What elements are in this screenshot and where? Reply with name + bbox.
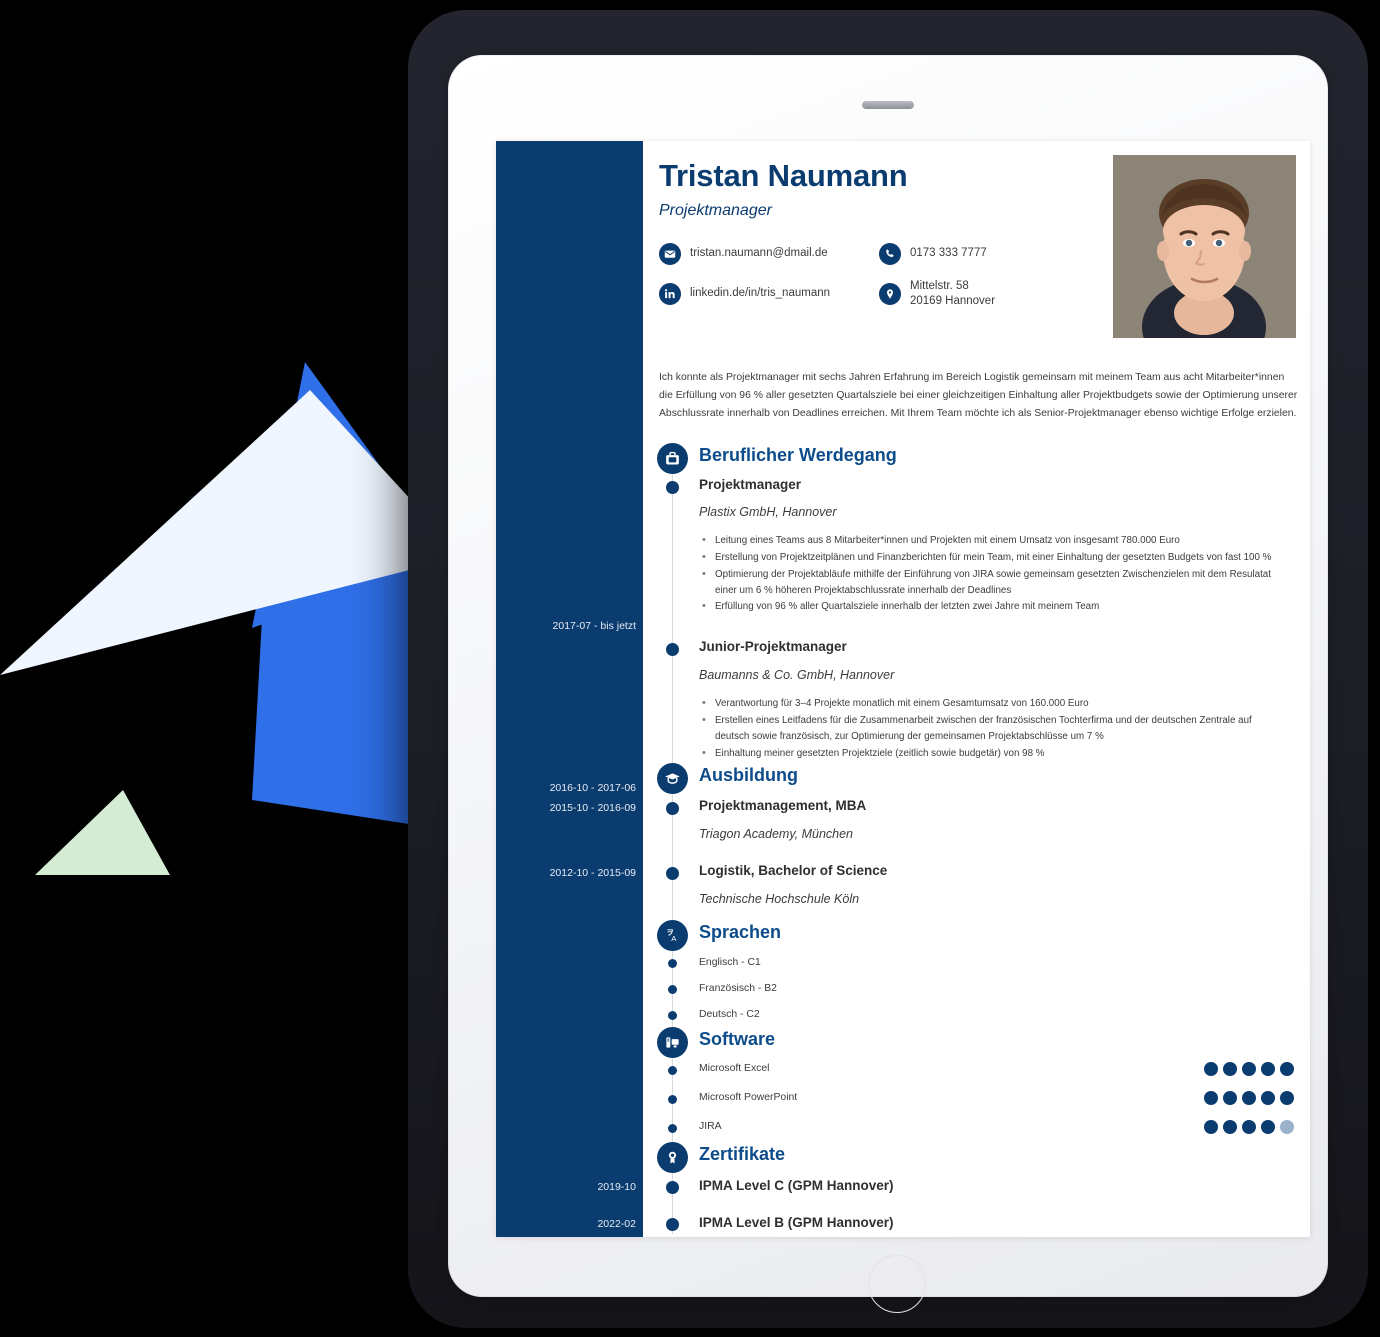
email-icon (659, 243, 681, 266)
summary-paragraph: Ich konnte als Projektmanager mit sechs … (659, 372, 1298, 420)
list-item: Leitung eines Teams aus 8 Mitarbeiter*in… (699, 532, 1279, 550)
list-item: Einhaltung meiner gesetzten Projektziele… (699, 745, 1279, 763)
certificate-date: 2019-10 (597, 1181, 636, 1193)
home-button[interactable] (868, 1255, 926, 1313)
briefcase-icon (657, 443, 688, 474)
software-rating (1204, 1062, 1294, 1076)
section-title-certificates: Zertifikate (699, 1144, 786, 1164)
software-label: Microsoft Excel (699, 1063, 770, 1074)
section-title-languages: Sprachen (699, 922, 782, 942)
timeline-line (672, 459, 673, 1234)
timeline-dot (668, 985, 677, 994)
list-item: Erfüllung von 96 % aller Quartalsziele i… (699, 598, 1279, 616)
certificate-label: IPMA Level B (GPM Hannover) (699, 1215, 894, 1230)
triangle-mint (35, 790, 170, 875)
timeline-sidebar (496, 141, 643, 1237)
section-title-experience: Beruflicher Werdegang (699, 445, 897, 465)
computer-icon (657, 1027, 688, 1058)
contact-email[interactable]: tristan.naumann@dmail.de (659, 234, 879, 274)
experience-role: Junior-Projektmanager (699, 639, 847, 654)
timeline-dot (666, 1181, 679, 1194)
contact-phone[interactable]: 0173 333 7777 (879, 234, 995, 274)
education-school: Triagon Academy, München (699, 827, 854, 841)
education-school: Technische Hochschule Köln (699, 892, 860, 906)
section-title-software: Software (699, 1029, 776, 1049)
timeline-dot (668, 1095, 677, 1104)
experience-org: Baumanns & Co. GmbH, Hannover (699, 668, 895, 682)
software-label: JIRA (699, 1121, 722, 1132)
award-icon (657, 1142, 688, 1173)
graduation-cap-icon (657, 763, 688, 794)
list-item: Erstellung von Projektzeitplänen und Fin… (699, 549, 1279, 567)
location-icon (879, 283, 901, 306)
translate-icon: ヲA (657, 920, 688, 951)
timeline-dot (666, 481, 679, 494)
contact-address[interactable]: Mittelstr. 58 20169 Hannover (879, 274, 995, 314)
education-degree: Projektmanagement, MBA (699, 798, 867, 813)
education-degree: Logistik, Bachelor of Science (699, 863, 888, 878)
contact-linkedin-text: linkedin.de/in/tris_naumann (690, 287, 831, 300)
contact-address-text: Mittelstr. 58 20169 Hannover (910, 279, 996, 308)
timeline-dot (668, 959, 677, 968)
timeline-dot (668, 1066, 677, 1075)
contact-email-text: tristan.naumann@dmail.de (690, 247, 828, 260)
software-rating (1204, 1091, 1294, 1105)
svg-text:A: A (671, 934, 677, 943)
list-item: Verantwortung für 3–4 Projekte monatlich… (699, 695, 1279, 713)
linkedin-icon (659, 283, 681, 306)
experience-date: 2017-07 - bis jetzt (552, 620, 636, 632)
timeline-dot (666, 1218, 679, 1231)
experience-org: Plastix GmbH, Hannover (699, 505, 837, 519)
resume-page: Tristan Naumann Projektmanager tristan.n… (496, 141, 1310, 1237)
certificate-label: IPMA Level C (GPM Hannover) (699, 1178, 894, 1193)
timeline-dot (668, 1124, 677, 1133)
list-item: Erstellen eines Leitfadens für die Zusam… (699, 712, 1279, 745)
experience-role: Projektmanager (699, 477, 802, 492)
education-date: 2012-10 - 2015-09 (549, 867, 636, 879)
software-label: Microsoft PowerPoint (699, 1092, 798, 1103)
certificate-date: 2022-02 (597, 1218, 636, 1230)
contact-linkedin[interactable]: linkedin.de/in/tris_naumann (659, 274, 879, 314)
language-label: Deutsch - C2 (699, 1009, 760, 1020)
section-title-education: Ausbildung (699, 765, 798, 785)
phone-icon (879, 243, 901, 266)
software-rating (1204, 1120, 1294, 1134)
education-date: 2015-10 - 2016-09 (549, 802, 636, 814)
timeline-dot (666, 802, 679, 815)
experience-bullets: Leitung eines Teams aus 8 Mitarbeiter*in… (699, 532, 1279, 616)
timeline-dot (666, 867, 679, 880)
list-item: Optimierung der Projektabläufe mithilfe … (699, 566, 1279, 599)
timeline-dot (668, 1011, 677, 1020)
triangle-pale-blue (0, 390, 448, 675)
experience-bullets: Verantwortung für 3–4 Projekte monatlich… (699, 695, 1279, 763)
camera-dot-icon (862, 101, 914, 109)
timeline-dot (666, 643, 679, 656)
avatar (1113, 155, 1296, 338)
contact-phone-text: 0173 333 7777 (910, 247, 987, 260)
language-label: Englisch - C1 (699, 957, 761, 968)
language-label: Französisch - B2 (699, 983, 777, 994)
